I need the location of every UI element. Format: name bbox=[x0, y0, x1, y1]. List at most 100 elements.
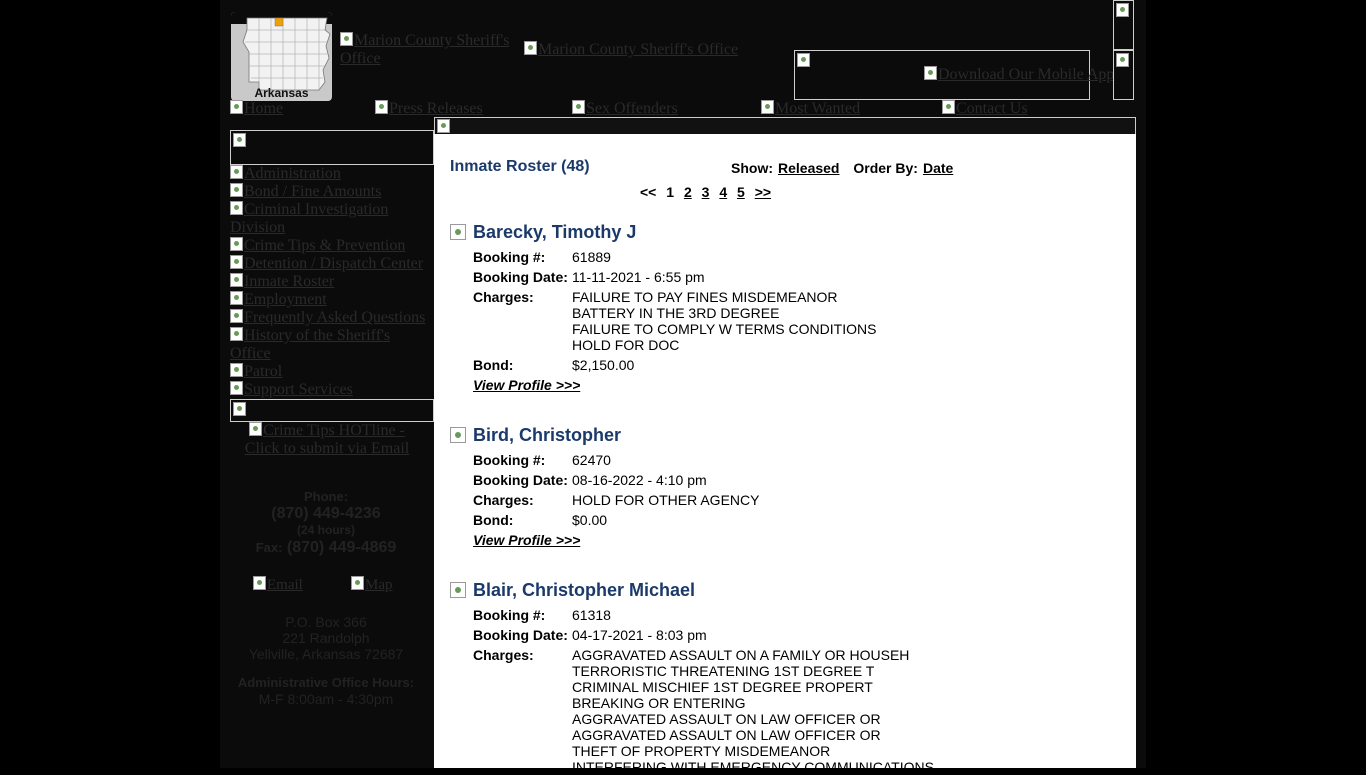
field-value: $2,150.00 bbox=[572, 357, 635, 373]
charge-item: FAILURE TO COMPLY W TERMS CONDITIONS bbox=[572, 321, 877, 337]
charge-item: TERRORISTIC THREATENING 1ST DEGREE T bbox=[572, 663, 875, 679]
sidebar-item-label: Crime Tips & Prevention bbox=[244, 237, 406, 254]
broken-image-icon bbox=[230, 237, 243, 251]
sidebar-item-label: Patrol bbox=[244, 363, 283, 380]
sidebar-item-label: Detention / Dispatch Center bbox=[244, 255, 424, 272]
social-icon-1[interactable] bbox=[1113, 0, 1134, 50]
inmate-name[interactable]: Blair, Christopher Michael bbox=[473, 580, 695, 601]
broken-image-icon bbox=[253, 576, 266, 590]
fax-number: (870) 449-4869 bbox=[286, 539, 397, 556]
broken-image-icon bbox=[942, 100, 955, 114]
field-label: Booking #: bbox=[473, 249, 546, 265]
nav-sex-offenders[interactable]: Sex Offenders bbox=[572, 100, 678, 118]
sidebar-item-label: Criminal Investigation Division bbox=[230, 201, 389, 236]
pager-prev[interactable]: << bbox=[640, 184, 656, 200]
broken-image-icon bbox=[230, 183, 243, 197]
nav-label: Most Wanted bbox=[775, 100, 861, 117]
pagination: << 1 2 3 4 5 >> bbox=[640, 184, 777, 200]
sidebar-item-administration[interactable]: Administration bbox=[230, 165, 341, 183]
field-label: Charges: bbox=[473, 647, 534, 663]
mobile-app-alt: Download Our Mobile App bbox=[938, 66, 1115, 83]
broken-image-icon bbox=[233, 402, 246, 416]
field-label: Bond: bbox=[473, 357, 514, 373]
broken-image-icon bbox=[230, 100, 243, 114]
charge-item: BREAKING OR ENTERING bbox=[572, 695, 746, 711]
sidebar-item-patrol[interactable]: Patrol bbox=[230, 363, 282, 381]
address-line-3: Yellville, Arkansas 72687 bbox=[248, 646, 404, 662]
charges-list: HOLD FOR OTHER AGENCY bbox=[572, 492, 759, 508]
broken-image-icon bbox=[375, 100, 388, 114]
address-line-2: 221 Randolph bbox=[282, 630, 370, 646]
field-label: Charges: bbox=[473, 289, 534, 305]
broken-image-icon bbox=[230, 291, 243, 305]
phone-note: (24 hours) bbox=[296, 523, 355, 537]
phone-number[interactable]: (870) 449-4236 bbox=[230, 505, 422, 523]
sidebar-item-support[interactable]: Support Services bbox=[230, 381, 353, 399]
mobile-app-link[interactable]: Download Our Mobile App bbox=[924, 66, 1114, 84]
field-label: Booking #: bbox=[473, 607, 546, 623]
inmate-photo[interactable] bbox=[450, 427, 466, 443]
broken-image-icon bbox=[524, 41, 537, 55]
inmate-name[interactable]: Bird, Christopher bbox=[473, 425, 621, 446]
charge-item: AGGRAVATED ASSAULT ON A FAMILY OR HOUSEH bbox=[572, 647, 910, 663]
field-label: Booking #: bbox=[473, 452, 546, 468]
field-label: Charges: bbox=[473, 492, 534, 508]
email-link[interactable]: Email bbox=[253, 576, 303, 594]
charge-item: CRIMINAL MISCHIEF 1ST DEGREE PROPERT bbox=[572, 679, 873, 695]
inmate-name[interactable]: Barecky, Timothy J bbox=[473, 222, 636, 243]
broken-image-icon bbox=[230, 273, 243, 287]
sidebar-item-cid[interactable]: Criminal Investigation Division bbox=[230, 201, 430, 237]
site-title-alt-2: Marion County Sheriff's Office bbox=[538, 41, 739, 58]
sidebar-item-detention[interactable]: Detention / Dispatch Center bbox=[230, 255, 423, 273]
sidebar-item-faq[interactable]: Frequently Asked Questions bbox=[230, 309, 425, 327]
charges-list: AGGRAVATED ASSAULT ON A FAMILY OR HOUSEH… bbox=[572, 647, 934, 775]
nav-label: Sex Offenders bbox=[586, 100, 678, 117]
field-value: $0.00 bbox=[572, 512, 608, 528]
sidebar-item-inmate-roster[interactable]: Inmate Roster bbox=[230, 273, 334, 291]
nav-press-releases[interactable]: Press Releases bbox=[375, 100, 483, 118]
page-title: Inmate Roster (48) bbox=[450, 158, 590, 175]
pager-page-3[interactable]: 3 bbox=[702, 184, 710, 200]
broken-image-icon bbox=[233, 133, 246, 147]
sidebar-item-bond-fine[interactable]: Bond / Fine Amounts bbox=[230, 183, 381, 201]
fax-label: Fax: bbox=[255, 540, 283, 555]
field-label: Booking Date: bbox=[473, 269, 568, 285]
arkansas-map-logo[interactable]: Arkansas bbox=[231, 12, 332, 101]
broken-image-icon bbox=[437, 119, 450, 133]
charge-item: THEFT OF PROPERTY MISDEMEANOR bbox=[572, 743, 831, 759]
nav-contact-us[interactable]: Contact Us bbox=[942, 100, 1028, 118]
map-link[interactable]: Map bbox=[351, 576, 393, 594]
view-profile-link[interactable]: View Profile >>> bbox=[473, 532, 580, 548]
pager-current: 1 bbox=[666, 184, 675, 200]
broken-image-icon bbox=[230, 201, 243, 215]
show-label: Show: bbox=[731, 160, 773, 176]
sidebar-item-label: Frequently Asked Questions bbox=[244, 309, 426, 326]
inmate-photo[interactable] bbox=[450, 224, 466, 240]
pager-next[interactable]: >> bbox=[755, 184, 771, 200]
sidebar-item-employment[interactable]: Employment bbox=[230, 291, 327, 309]
sidebar-item-label: Administration bbox=[244, 165, 341, 182]
nav-most-wanted[interactable]: Most Wanted bbox=[761, 100, 860, 118]
broken-image-icon bbox=[230, 327, 243, 341]
pager-page-2[interactable]: 2 bbox=[684, 184, 692, 200]
social-icon-2[interactable] bbox=[1113, 50, 1134, 100]
crime-tips-hotline[interactable]: Crime Tips HOTline - Click to submit via… bbox=[230, 422, 424, 458]
inmate-photo[interactable] bbox=[450, 582, 466, 598]
content-header-image bbox=[434, 117, 1136, 135]
show-filter-link[interactable]: Released bbox=[778, 160, 839, 176]
site-title-image[interactable]: Marion County Sheriff's Office bbox=[340, 32, 520, 68]
pager-page-4[interactable]: 4 bbox=[719, 184, 727, 200]
field-value: 08-16-2022 - 4:10 pm bbox=[572, 472, 707, 488]
view-profile-link[interactable]: View Profile >>> bbox=[473, 377, 580, 393]
nav-home[interactable]: Home bbox=[230, 100, 283, 118]
broken-image-icon bbox=[340, 32, 353, 46]
order-by-link[interactable]: Date bbox=[923, 160, 953, 176]
field-label: Booking Date: bbox=[473, 472, 568, 488]
field-value: 61889 bbox=[572, 249, 611, 265]
site-title-image-2[interactable]: Marion County Sheriff's Office bbox=[524, 41, 738, 59]
contact-block: Phone: (870) 449-4236 (24 hours) Fax: (8… bbox=[230, 489, 422, 557]
broken-image-icon bbox=[761, 100, 774, 114]
sidebar-item-crime-tips[interactable]: Crime Tips & Prevention bbox=[230, 237, 405, 255]
pager-page-5[interactable]: 5 bbox=[737, 184, 745, 200]
sidebar-item-history[interactable]: History of the Sheriff's Office bbox=[230, 327, 430, 363]
